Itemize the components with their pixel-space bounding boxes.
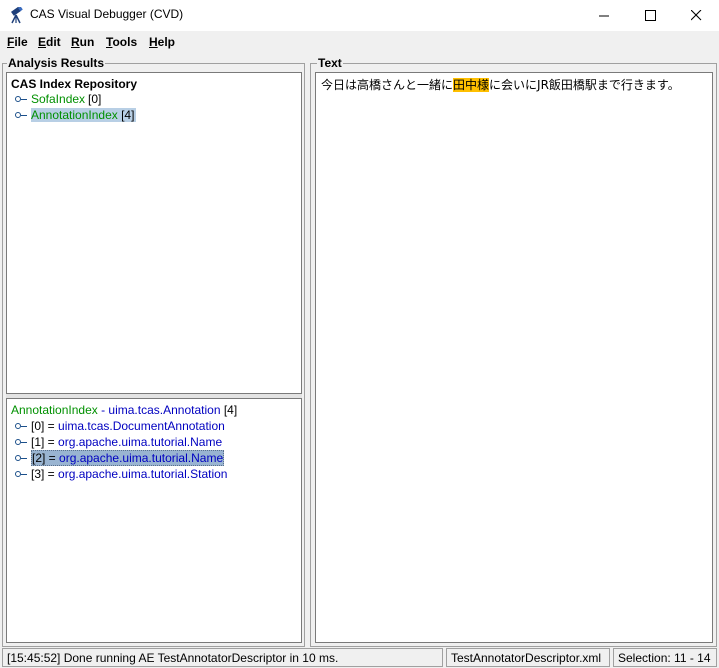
annotation-row-highlight: [2] = org.apache.uima.tutorial.Name [31, 450, 225, 466]
tree-item-label: AnnotationIndex [31, 108, 118, 122]
tree-item-count: [4] [121, 108, 135, 122]
text-highlight: 田中様 [453, 78, 490, 92]
status-message: [15:45:52] Done running AE TestAnnotator… [2, 648, 443, 667]
document-text[interactable]: 今日は高橋さんと一緒に田中様に会いにJR飯田橋駅まで行きます。 [321, 76, 680, 93]
annotation-row[interactable]: [1] = org.apache.uima.tutorial.Name [15, 434, 222, 450]
annotation-header-sep: - [97, 403, 109, 417]
minimize-button[interactable] [581, 0, 627, 31]
analysis-results-legend: Analysis Results [7, 56, 106, 70]
minimize-icon [598, 15, 609, 17]
text-after: に会いにJR飯田橋駅まで行きます。 [489, 78, 680, 92]
tree-item-label: SofaIndex [31, 92, 86, 106]
app-telescope-icon [9, 6, 25, 24]
tree-node-icon [15, 422, 27, 430]
tree-node-icon [15, 438, 27, 446]
tree-node-icon [15, 95, 27, 103]
menu-tools[interactable]: Tools [106, 35, 137, 49]
window-title: CAS Visual Debugger (CVD) [30, 7, 184, 21]
annotation-header-index: AnnotationIndex [11, 403, 98, 417]
annotation-tree-header[interactable]: AnnotationIndex - uima.tcas.Annotation [… [11, 402, 237, 418]
close-button[interactable] [673, 0, 719, 31]
status-selection: Selection: 11 - 14 [613, 648, 717, 667]
menu-run[interactable]: Run [71, 35, 94, 49]
tree-node-icon [15, 454, 27, 462]
close-icon [690, 10, 701, 21]
text-legend: Text [317, 56, 343, 70]
tree-node-icon [15, 111, 27, 119]
annotation-row-type: org.apache.uima.tutorial.Name [59, 451, 224, 465]
maximize-button[interactable] [627, 0, 673, 31]
annotation-row-index: [1] = [31, 435, 59, 449]
annotation-header-type: uima.tcas.Annotation [108, 403, 221, 417]
annotation-row[interactable]: [3] = org.apache.uima.tutorial.Station [15, 466, 227, 482]
annotation-row-type: org.apache.uima.tutorial.Name [58, 435, 223, 449]
status-descriptor: TestAnnotatorDescriptor.xml [446, 648, 610, 667]
tree-item-count: [0] [88, 92, 102, 106]
annotation-row-selected[interactable]: [2] = org.apache.uima.tutorial.Name [15, 450, 225, 466]
tree-node-icon [15, 470, 27, 478]
tree-item-annotationindex[interactable]: AnnotationIndex [4] [15, 107, 137, 123]
menu-help[interactable]: Help [149, 35, 175, 49]
annotation-row-index: [2] = [32, 451, 60, 465]
annotation-row-type: uima.tcas.DocumentAnnotation [58, 419, 225, 433]
menu-edit[interactable]: Edit [38, 35, 61, 49]
document-text-area[interactable] [315, 72, 713, 643]
annotation-row-type: org.apache.uima.tutorial.Station [58, 467, 228, 481]
annotation-header-count: [4] [220, 403, 238, 417]
tree-item-selected: AnnotationIndex [4] [31, 108, 137, 122]
annotation-row-index: [3] = [31, 467, 59, 481]
tree-item-sofaindex[interactable]: SofaIndex [0] [15, 91, 101, 107]
text-before: 今日は高橋さんと一緒に [321, 78, 454, 92]
annotation-row-index: [0] = [31, 419, 59, 433]
menu-file[interactable]: File [7, 35, 28, 49]
tree-root-cas-index-repository[interactable]: CAS Index Repository [11, 77, 137, 91]
maximize-icon [644, 10, 656, 21]
annotation-row[interactable]: [0] = uima.tcas.DocumentAnnotation [15, 418, 225, 434]
